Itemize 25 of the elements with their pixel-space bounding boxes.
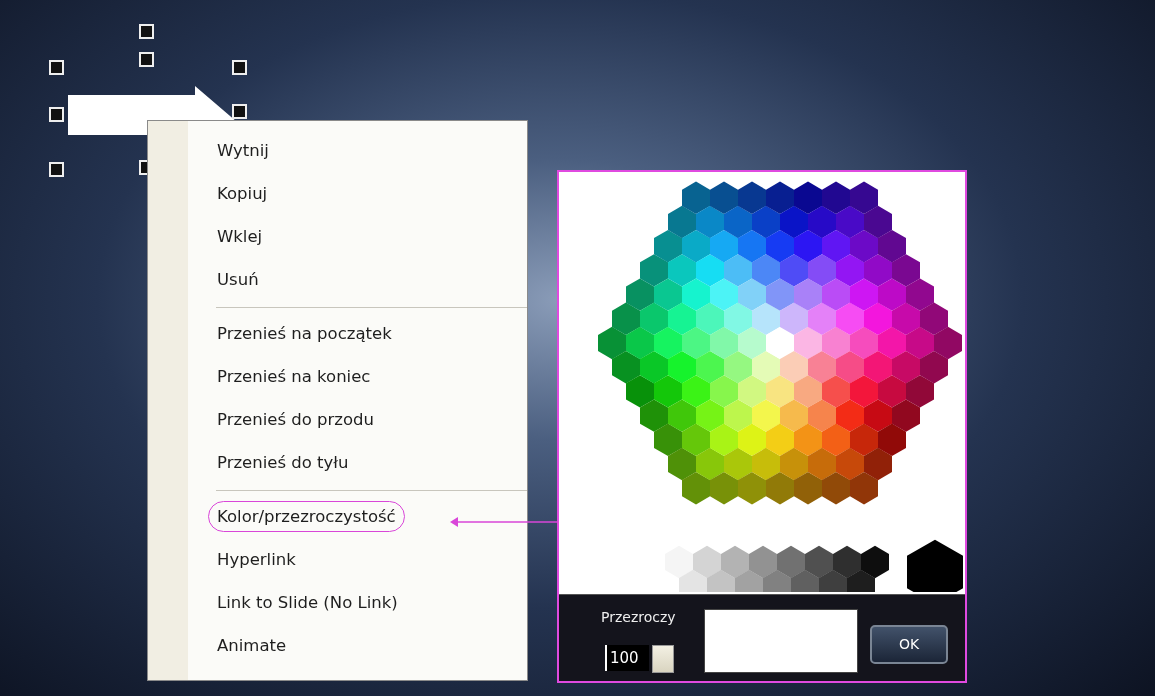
color-hexagon-drawing[interactable] (598, 181, 962, 505)
menu-item[interactable]: Link to Slide (No Link) (217, 592, 398, 614)
rotate-handle[interactable] (139, 24, 154, 39)
menu-item[interactable]: Przenieś do przodu (217, 409, 375, 431)
menu-item[interactable]: Hyperlink (217, 549, 296, 571)
resize-handle[interactable] (49, 162, 64, 177)
menu-item[interactable]: Kopiuj (217, 183, 268, 205)
menu-item[interactable]: Przenieś na początek (217, 323, 392, 345)
resize-handle[interactable] (232, 104, 247, 119)
resize-handle[interactable] (49, 107, 64, 122)
menu-item[interactable]: Usuń (217, 269, 259, 291)
text-field[interactable] (704, 609, 858, 673)
menu-item[interactable]: Animate (217, 635, 287, 657)
resize-handle[interactable] (232, 60, 247, 75)
large-swatch[interactable] (907, 539, 963, 592)
resize-handle[interactable] (139, 52, 154, 67)
grayscale-swatches-drawing[interactable] (665, 545, 889, 592)
resize-handle[interactable] (49, 60, 64, 75)
menu-item[interactable]: Przenieś na koniec (217, 366, 371, 388)
menu-item[interactable]: Przenieś do tyłu (217, 452, 349, 474)
menu-item[interactable]: Wklej (217, 226, 263, 248)
transparency-input[interactable]: 100 (605, 645, 649, 671)
menu-item[interactable]: Wytnij (217, 140, 269, 162)
ok-button[interactable]: OK (870, 625, 948, 664)
transparency-label: Przezroczy (601, 608, 676, 627)
